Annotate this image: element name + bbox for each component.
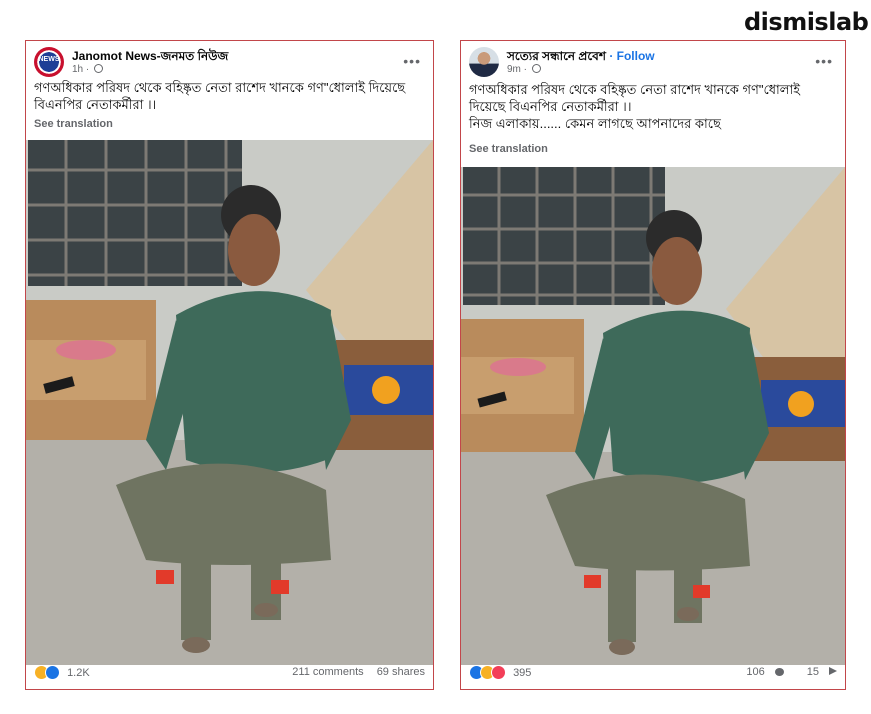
post-stats: 211 comments 69 shares <box>282 666 425 678</box>
see-translation-link[interactable]: See translation <box>469 143 548 155</box>
photo-illustration <box>26 140 433 665</box>
reactions[interactable]: 1.2K <box>34 665 90 680</box>
post-time[interactable]: 1h · <box>72 64 104 75</box>
shares-count: 15 <box>806 666 819 678</box>
post-header: NEWS Janomot News-জনমত নিউজ 1h · ••• <box>34 47 425 83</box>
see-translation-link[interactable]: See translation <box>34 118 113 130</box>
comments[interactable]: 106 <box>736 666 784 678</box>
avatar-text: NEWS <box>38 56 60 63</box>
globe-icon <box>94 64 104 73</box>
post-stats: 106 15 <box>726 666 837 678</box>
share-icon <box>829 667 837 675</box>
comment-icon <box>774 668 784 676</box>
love-icon <box>491 665 506 680</box>
shares[interactable]: 15 <box>797 666 837 678</box>
post-time-text: 1h · <box>72 64 90 75</box>
facebook-post-1: NEWS Janomot News-জনমত নিউজ 1h · ••• গণঅ… <box>25 40 434 690</box>
page-avatar[interactable] <box>469 47 499 77</box>
facebook-post-2: সত্যের সন্ধানে প্রবেশ · Follow 9m · ••• … <box>460 40 846 690</box>
like-icon <box>45 665 60 680</box>
page-name[interactable]: সত্যের সন্ধানে প্রবেশ <box>507 49 606 63</box>
comments-count[interactable]: 211 comments <box>292 666 363 678</box>
more-icon[interactable]: ••• <box>815 53 833 69</box>
follow-button[interactable]: · Follow <box>609 49 654 63</box>
brand-logo: dismislab <box>744 8 869 36</box>
caption-line-2: নিজ এলাকায়...... কেমন লাগছে আপনাদের কাছ… <box>469 116 721 131</box>
globe-icon <box>531 64 541 73</box>
post-header: সত্যের সন্ধানে প্রবেশ · Follow 9m · ••• <box>469 47 837 83</box>
caption-line-1: গণঅধিকার পরিষদ থেকে বহিষ্কৃত নেতা রাশেদ … <box>469 82 801 114</box>
page-avatar[interactable]: NEWS <box>34 47 64 77</box>
post-caption: গণঅধিকার পরিষদ থেকে বহিষ্কৃত নেতা রাশেদ … <box>469 81 837 132</box>
post-footer: 1.2K 211 comments 69 shares <box>34 663 425 683</box>
reaction-count: 395 <box>513 666 532 679</box>
shares-count[interactable]: 69 shares <box>377 666 425 678</box>
post-photo[interactable] <box>26 140 433 665</box>
reactions[interactable]: 395 <box>469 665 531 680</box>
comments-count: 106 <box>746 666 765 678</box>
post-caption: গণঅধিকার পরিষদ থেকে বহিষ্কৃত নেতা রাশেদ … <box>34 80 406 112</box>
reaction-count: 1.2K <box>67 666 90 679</box>
photo-illustration <box>461 167 845 665</box>
post-photo[interactable] <box>461 167 845 665</box>
post-footer: 395 106 15 <box>469 663 837 683</box>
post-time-text: 9m · <box>507 64 527 75</box>
more-icon[interactable]: ••• <box>403 53 421 69</box>
post-time[interactable]: 9m · <box>507 64 541 75</box>
